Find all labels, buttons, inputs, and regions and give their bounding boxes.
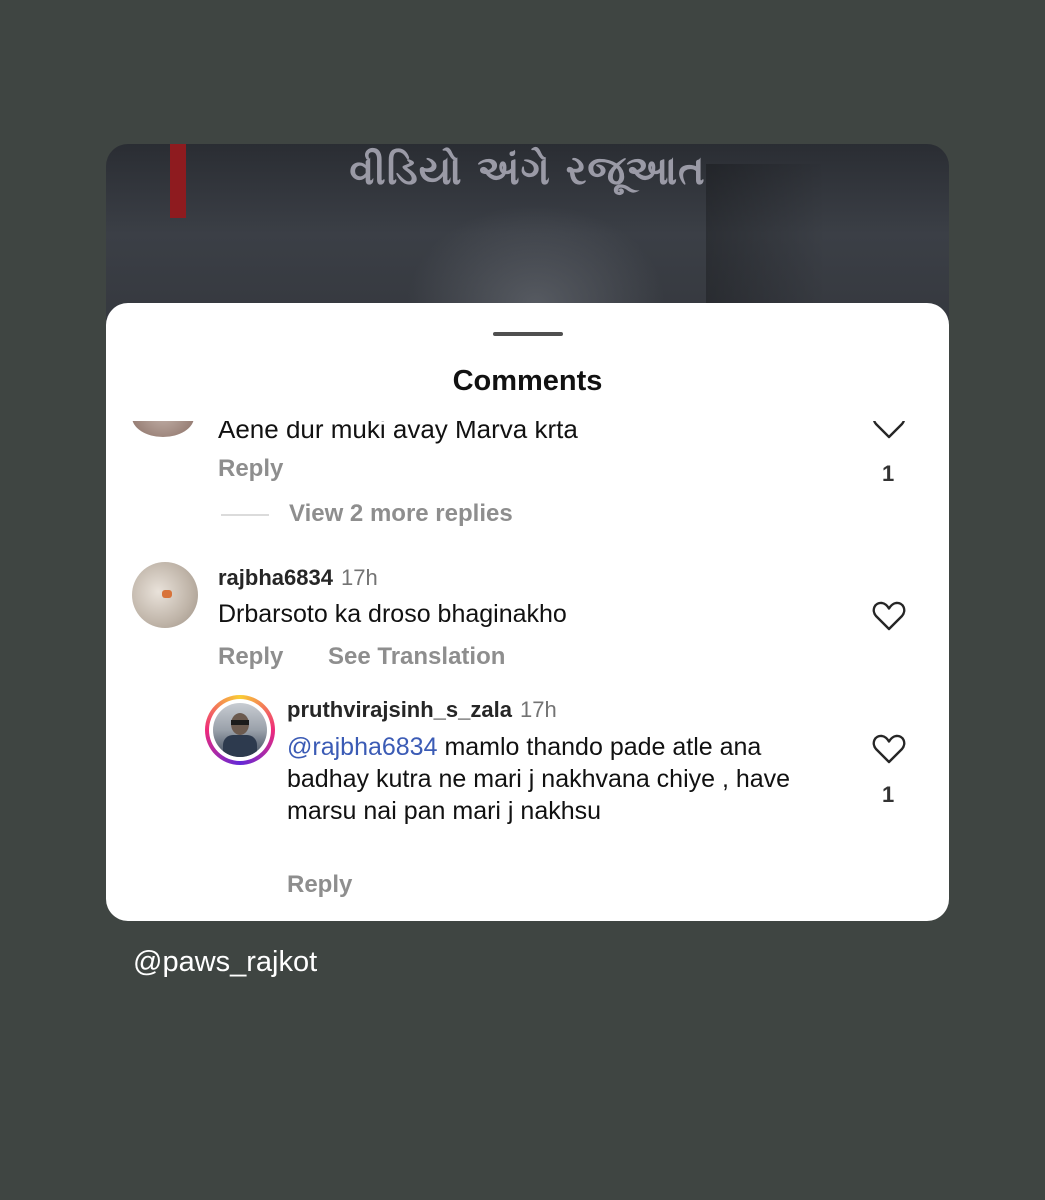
reply-text: @rajbha6834 mamlo thando pade atle ana b… bbox=[287, 731, 847, 827]
avatar-sunglasses bbox=[231, 720, 249, 725]
avatar[interactable] bbox=[132, 421, 194, 437]
mention-link[interactable]: @rajbha6834 bbox=[287, 733, 438, 761]
watermark-handle: @paws_rajkot bbox=[133, 946, 318, 978]
sheet-title: Comments bbox=[452, 365, 603, 397]
view-more-replies-label: View 2 more replies bbox=[289, 500, 513, 527]
like-count: 1 bbox=[882, 782, 895, 807]
reply-time: 17h bbox=[519, 697, 557, 722]
avatar[interactable] bbox=[205, 695, 275, 765]
comment-time: 17h bbox=[340, 565, 378, 590]
reply-button[interactable]: Reply bbox=[287, 871, 352, 899]
sheet-drag-handle[interactable] bbox=[493, 332, 563, 336]
divider bbox=[221, 514, 269, 516]
comment-text: Drbarsoto ka droso bhaginakho bbox=[218, 600, 567, 628]
username-text[interactable]: rajbha6834 bbox=[218, 565, 333, 590]
comments-sheet: Comments Aene dur muki avay Marva krta R… bbox=[106, 303, 949, 921]
heart-outline-icon[interactable] bbox=[872, 421, 906, 439]
reply-button[interactable]: Reply bbox=[218, 455, 283, 483]
heart-outline-icon[interactable] bbox=[872, 734, 906, 764]
like-count: 1 bbox=[882, 461, 895, 486]
comment-text: Aene dur muki avay Marva krta bbox=[218, 421, 578, 444]
reply-username[interactable]: pruthvirajsinh_s_zala 17h bbox=[287, 697, 557, 723]
comment-username[interactable]: rajbha6834 17h bbox=[218, 565, 378, 591]
video-caption: વીડિયો અંગે રજૂઆત bbox=[349, 148, 706, 194]
avatar-photo bbox=[213, 703, 267, 757]
avatar[interactable] bbox=[132, 562, 198, 628]
avatar-detail bbox=[162, 590, 172, 598]
reply-button[interactable]: Reply bbox=[218, 643, 283, 671]
avatar-body bbox=[223, 735, 257, 757]
see-translation-button[interactable]: See Translation bbox=[328, 643, 505, 671]
heart-outline-icon[interactable] bbox=[872, 601, 906, 631]
comments-list[interactable]: Aene dur muki avay Marva krta Reply 1 Vi… bbox=[106, 421, 949, 921]
username-text[interactable]: pruthvirajsinh_s_zala bbox=[287, 697, 512, 722]
